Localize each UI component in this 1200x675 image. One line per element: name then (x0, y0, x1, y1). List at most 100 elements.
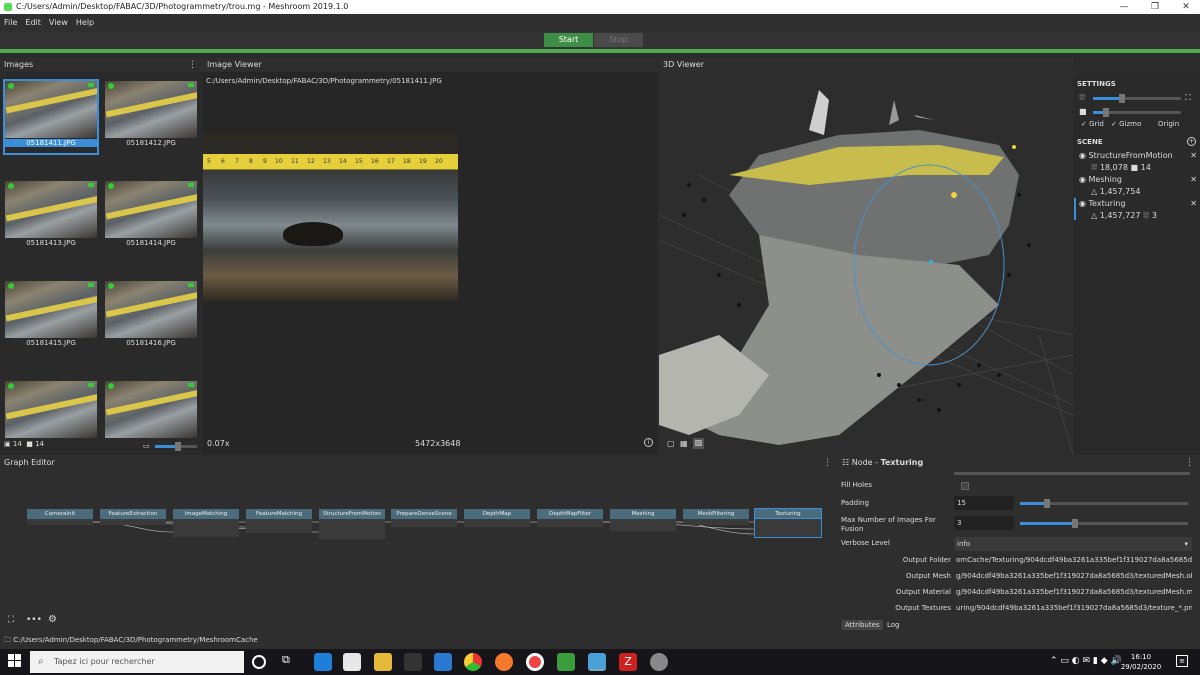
output-mesh-value[interactable]: g/904dcdf49ba3261a335bef1f319027da8a5685… (956, 569, 1192, 584)
stop-button[interactable]: Stop (594, 33, 643, 47)
cortana-icon[interactable] (252, 655, 266, 669)
output-textures-value[interactable]: uring/904dcdf49ba3261a335bef1f319027da8a… (956, 601, 1192, 616)
image-thumb[interactable]: 05181416.JPG (105, 281, 197, 353)
camera-icon (88, 83, 94, 87)
scene-item[interactable]: ◉ Meshing ✕ △ 1,457,754 (1079, 175, 1197, 199)
image-thumb[interactable]: 05181414.JPG (105, 181, 197, 253)
image-resolution: 5472x3648 (415, 439, 461, 448)
verbose-select[interactable]: info ▾ (954, 537, 1192, 551)
scene-item[interactable]: ◉ StructureFromMotion ✕ ⛆ 18,078 ■ 14 (1079, 151, 1197, 175)
graph-node[interactable]: PrepareDenseScene (391, 509, 457, 519)
camera-icon (88, 283, 94, 287)
scene-add-icon[interactable]: + (1187, 137, 1196, 146)
image-thumb[interactable]: 05181411.JPG (3, 79, 99, 155)
file-explorer-icon[interactable] (374, 653, 392, 671)
visibility-eye-icon[interactable]: ◉ (1079, 175, 1086, 184)
system-tray-icons[interactable]: ⌃ ▭ ◐ ✉ ▮ ◆ 🔊 (1050, 656, 1122, 666)
point-size-slider[interactable] (1093, 94, 1181, 103)
notepad-icon[interactable] (557, 653, 575, 671)
graph-node[interactable]: FeatureExtraction (100, 509, 166, 519)
image-thumb[interactable] (5, 381, 97, 438)
mail-icon[interactable] (434, 653, 452, 671)
edge-icon[interactable] (314, 653, 332, 671)
scene-item[interactable]: ◉ Texturing ✕ △ 1,457,727 ⛆ 3 (1079, 199, 1197, 223)
graph-node[interactable]: ImageMatching (173, 509, 239, 519)
store-icon[interactable] (343, 653, 361, 671)
firefox-icon[interactable] (495, 653, 513, 671)
start-button[interactable]: Start (544, 33, 593, 47)
tab-attributes[interactable]: Attributes (842, 620, 883, 630)
meshroom-taskbar-icon[interactable] (588, 653, 606, 671)
fit-view-icon[interactable]: ⛶ (1185, 93, 1191, 103)
visibility-eye-icon[interactable]: ◉ (1079, 151, 1086, 160)
notifications-icon[interactable]: ≡ (1176, 655, 1188, 667)
output-folder-label: Output Folder (902, 556, 951, 564)
zotero-icon[interactable]: Z (619, 653, 637, 671)
taskbar-search-input[interactable]: ⌕ Tapez ici pour rechercher (30, 651, 244, 673)
minimize-icon[interactable]: — (1110, 0, 1138, 14)
gear-icon[interactable]: ⚙ (48, 614, 57, 625)
graph-node[interactable]: Meshing (610, 509, 676, 519)
graph-node[interactable]: FeatureMatching (246, 509, 312, 519)
fit-graph-icon[interactable]: ⛶ (8, 615, 14, 625)
graph-node[interactable]: DepthMap (464, 509, 530, 519)
graph-node[interactable]: DepthMapFilter (537, 509, 603, 519)
viewer-3d-header: 3D Viewer (659, 58, 1073, 72)
task-view-icon[interactable]: ⧉ (282, 653, 300, 671)
menu-view[interactable]: View (45, 14, 72, 32)
attributes-scrollbar[interactable] (954, 472, 1190, 475)
image-thumb[interactable] (105, 381, 197, 438)
grid-toggle[interactable]: ✓ Grid (1081, 120, 1104, 128)
remove-icon[interactable]: ✕ (1190, 199, 1197, 208)
image-thumb[interactable]: 05181413.JPG (5, 181, 97, 253)
info-icon[interactable]: i (644, 438, 653, 447)
fill-holes-checkbox[interactable] (961, 482, 969, 490)
menu-help[interactable]: Help (72, 14, 98, 32)
clock[interactable]: 16:10 29/02/2020 (1118, 652, 1164, 672)
chrome-icon[interactable] (464, 653, 482, 671)
images-footer: ▣ 14 ■ 14 (4, 440, 44, 448)
recording-icon[interactable] (526, 653, 544, 671)
images-menu-icon[interactable]: ⋮ (188, 58, 197, 72)
windows-start-icon[interactable] (8, 654, 22, 668)
close-icon[interactable]: ✕ (1172, 0, 1200, 14)
viewer-3d-title: 3D Viewer (663, 60, 704, 69)
node-menu-icon[interactable]: ⋮ (1185, 455, 1194, 471)
graph-node[interactable]: CameraInit (27, 509, 93, 519)
menu-edit[interactable]: Edit (21, 14, 45, 32)
measuring-tape: 5 6 7 8 9 10 11 12 13 14 15 16 17 18 19 20 (203, 154, 458, 170)
more-icon[interactable]: ••• (26, 615, 42, 625)
render-mode-solid-icon[interactable]: ▢ (667, 439, 675, 448)
padding-slider[interactable] (1020, 499, 1188, 508)
point-cloud-render[interactable] (659, 75, 1073, 455)
menu-file[interactable]: File (0, 14, 21, 32)
origin-toggle[interactable]: Origin (1158, 120, 1179, 128)
thumb-size-slider[interactable] (155, 442, 197, 451)
padding-input[interactable]: 15 (954, 496, 1014, 510)
graph-node[interactable]: StructureFromMotion (319, 509, 385, 519)
max-images-input[interactable]: 3 (954, 516, 1014, 530)
render-mode-textured-icon[interactable]: ▨ (693, 438, 704, 449)
render-mode-wireframe-icon[interactable]: ▦ (680, 439, 688, 448)
image-thumb[interactable]: 05181415.JPG (5, 281, 97, 353)
output-folder-value[interactable]: omCache/Texturing/904dcdf49ba3261a335bef… (956, 553, 1192, 568)
remove-icon[interactable]: ✕ (1190, 151, 1197, 160)
remove-icon[interactable]: ✕ (1190, 175, 1197, 184)
visibility-eye-icon[interactable]: ◉ (1079, 199, 1086, 208)
max-images-slider[interactable] (1020, 519, 1188, 528)
image-thumb[interactable]: 05181412.JPG (105, 81, 197, 153)
maximize-icon[interactable]: ❐ (1141, 0, 1169, 14)
tab-log[interactable]: Log (884, 620, 903, 630)
progress-bar (0, 49, 1200, 53)
gizmo-toggle[interactable]: ✓ Gizmo (1111, 120, 1141, 128)
camera-count-icon: ■ (26, 440, 33, 448)
graph-node-selected[interactable]: Texturing (754, 508, 822, 520)
camera-scale-slider[interactable] (1093, 108, 1181, 117)
app-icon[interactable] (650, 653, 668, 671)
output-material-value[interactable]: g/904dcdf49ba3261a335bef1f319027da8a5685… (956, 585, 1192, 600)
folder-icon[interactable]: 🗀 (4, 636, 11, 644)
image-preview[interactable]: 5 6 7 8 9 10 11 12 13 14 15 16 17 18 19 20 (203, 132, 458, 301)
app-icon[interactable] (404, 653, 422, 671)
graph-editor-panel: Graph Editor ⋮ CameraInit FeatureExtract… (0, 455, 838, 632)
graph-node[interactable]: MeshFiltering (683, 509, 749, 519)
